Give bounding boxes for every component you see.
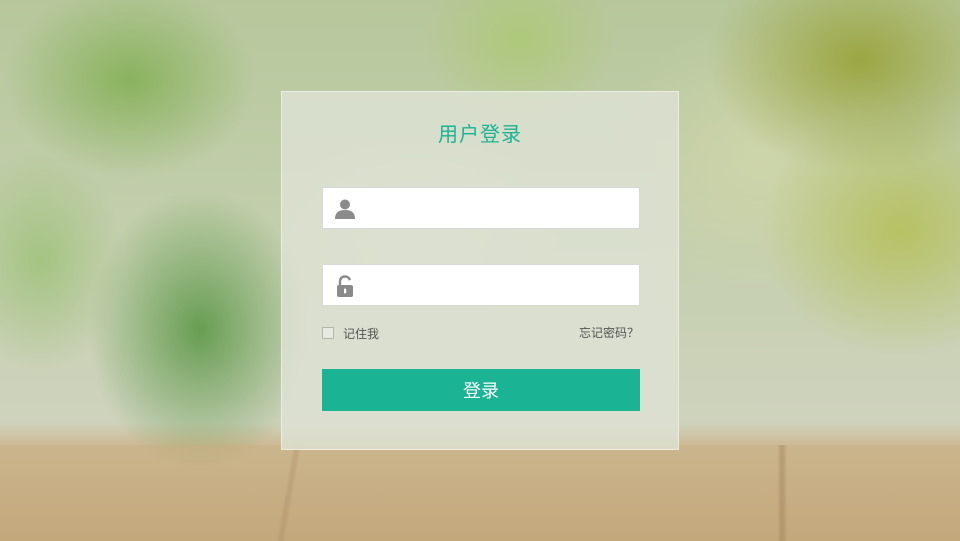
lock-icon [333, 274, 357, 298]
password-field-wrapper [322, 264, 640, 306]
username-field-wrapper [322, 187, 640, 229]
remember-me-checkbox[interactable] [322, 327, 334, 339]
login-panel: 用户登录 记住我 忘记密码？ 登录 [281, 91, 679, 450]
remember-me-toggle[interactable]: 记住我 [322, 325, 379, 341]
login-button[interactable]: 登录 [322, 369, 640, 411]
forgot-password-link[interactable]: 忘记密码？ [579, 325, 639, 341]
password-input[interactable] [367, 265, 633, 305]
login-title: 用户登录 [438, 122, 522, 146]
remember-me-label: 记住我 [343, 326, 380, 341]
background-floor [0, 445, 960, 541]
username-input[interactable] [367, 188, 633, 228]
user-icon [333, 197, 357, 221]
